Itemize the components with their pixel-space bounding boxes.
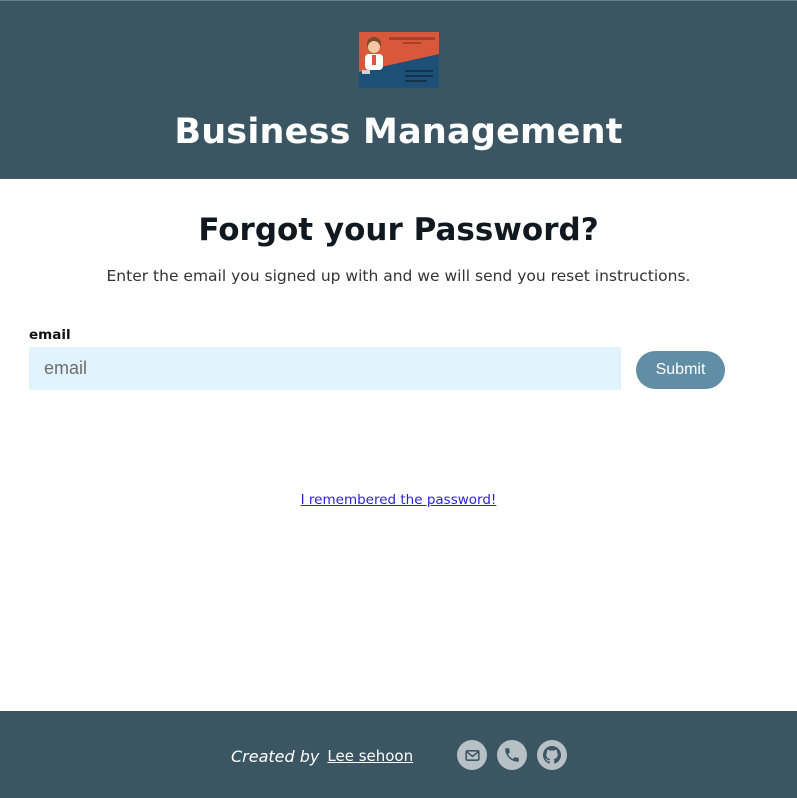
mail-icon[interactable] (457, 740, 487, 770)
brand-title: Business Management (174, 112, 623, 152)
github-icon[interactable] (537, 740, 567, 770)
business-card-icon (359, 32, 439, 88)
remember-link-container: I remembered the password! (0, 490, 797, 510)
created-by-text: Created by (231, 746, 320, 766)
instructions-text: Enter the email you signed up with and w… (106, 267, 691, 285)
remembered-password-link[interactable]: I remembered the password! (301, 492, 497, 508)
site-header: Business Management (0, 0, 797, 179)
submit-button[interactable]: Submit (636, 351, 725, 389)
email-label: email (29, 327, 71, 343)
author-link[interactable]: Lee sehoon (327, 747, 413, 765)
page-title: Forgot your Password? (198, 212, 599, 248)
phone-icon[interactable] (497, 740, 527, 770)
footer-credit: Created by Lee sehoon (231, 744, 413, 768)
email-field[interactable] (29, 347, 621, 390)
